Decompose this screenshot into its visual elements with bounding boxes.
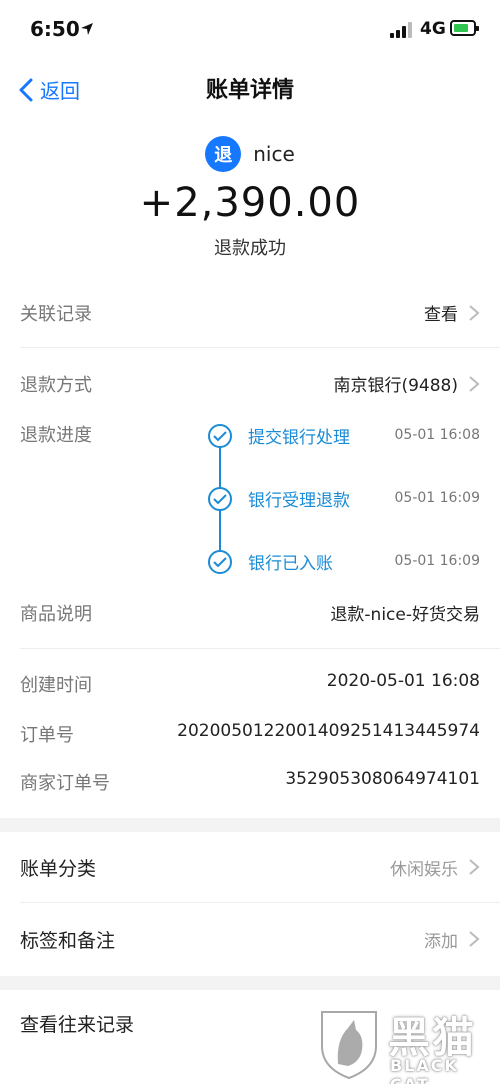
divider	[20, 648, 500, 649]
chevron-right-icon	[469, 376, 480, 392]
watermark: 黑猫 BLACK CAT	[316, 1002, 500, 1084]
product-desc-value: 退款-nice-好货交易	[330, 605, 480, 625]
chevron-right-icon	[469, 859, 480, 875]
timeline-step-text: 银行受理退款	[248, 491, 350, 511]
timeline-step: 银行已入账 05-01 16:09	[204, 546, 484, 578]
tags-row[interactable]: 标签和备注 添加	[20, 918, 480, 958]
check-circle-icon	[208, 550, 232, 574]
refund-progress-label: 退款进度	[20, 425, 92, 446]
divider	[20, 902, 500, 903]
refund-icon: 退	[205, 136, 242, 172]
created-time-value: 2020-05-01 16:08	[326, 671, 480, 691]
category-value: 休闲娱乐	[390, 860, 458, 880]
status-bar: 6:50 4G	[0, 0, 500, 60]
created-time-label: 创建时间	[20, 675, 92, 696]
timeline-step: 提交银行处理 05-01 16:08	[204, 420, 484, 452]
related-records-value: 查看	[424, 305, 458, 325]
merchant-order-no-label: 商家订单号	[20, 773, 110, 794]
section-gap	[0, 818, 500, 832]
page-title: 账单详情	[205, 78, 294, 103]
merchant-name: nice	[253, 142, 295, 166]
merchant-order-no-row: 商家订单号 352905308064974101	[20, 761, 480, 801]
created-time-row: 创建时间 2020-05-01 16:08	[20, 663, 480, 703]
amount-status: 退款成功	[214, 238, 286, 259]
merchant-order-no-value: 352905308064974101	[285, 769, 480, 789]
product-desc-row: 商品说明 退款-nice-好货交易	[20, 592, 480, 632]
bill-header: 退 nice +2,390.00 退款成功	[0, 136, 500, 260]
network-type: 4G	[420, 19, 446, 39]
category-row[interactable]: 账单分类 休闲娱乐	[20, 846, 480, 886]
chevron-right-icon	[469, 305, 480, 321]
timeline-step-time: 05-01 16:09	[394, 553, 480, 569]
location-arrow-icon	[81, 23, 93, 35]
order-no-value: 20200501220014092514134459​74	[177, 721, 480, 741]
order-no-row: 订单号 20200501220014092514134459​74	[20, 713, 480, 753]
nav-bar: 返回 账单详情	[0, 60, 500, 118]
timeline-step-time: 05-01 16:09	[394, 490, 480, 506]
check-circle-icon	[208, 424, 232, 448]
battery-icon	[450, 20, 479, 36]
check-circle-icon	[208, 487, 232, 511]
black-cat-logo-icon	[321, 1011, 377, 1080]
refund-method-row[interactable]: 退款方式 南京银行(9488)	[20, 363, 480, 403]
timeline-step-text: 银行已入账	[248, 554, 333, 574]
section-gap	[0, 976, 500, 990]
amount: +2,390.00	[139, 180, 361, 226]
signal-icon	[390, 22, 412, 38]
timeline-step-time: 05-01 16:08	[394, 427, 480, 443]
product-desc-label: 商品说明	[20, 604, 92, 625]
timeline-step-text: 提交银行处理	[248, 428, 350, 448]
category-label: 账单分类	[20, 858, 97, 880]
chevron-right-icon	[469, 931, 480, 947]
merchant: 退 nice	[0, 136, 500, 172]
history-label: 查看往来记录	[20, 1014, 135, 1036]
refund-timeline: 提交银行处理 05-01 16:08 银行受理退款 05-01 16:09 银行…	[204, 420, 484, 590]
status-time: 6:50	[30, 17, 80, 41]
tags-value: 添加	[424, 932, 458, 952]
order-no-label: 订单号	[20, 725, 74, 746]
tags-label: 标签和备注	[20, 930, 116, 952]
refund-method-label: 退款方式	[20, 375, 92, 396]
refund-method-value: 南京银行(9488)	[333, 376, 458, 396]
timeline-step: 银行受理退款 05-01 16:09	[204, 483, 484, 515]
related-records-row[interactable]: 关联记录 查看	[20, 292, 480, 332]
watermark-subtitle: BLACK CAT	[390, 1056, 459, 1084]
related-records-label: 关联记录	[20, 304, 92, 325]
divider	[20, 347, 500, 348]
